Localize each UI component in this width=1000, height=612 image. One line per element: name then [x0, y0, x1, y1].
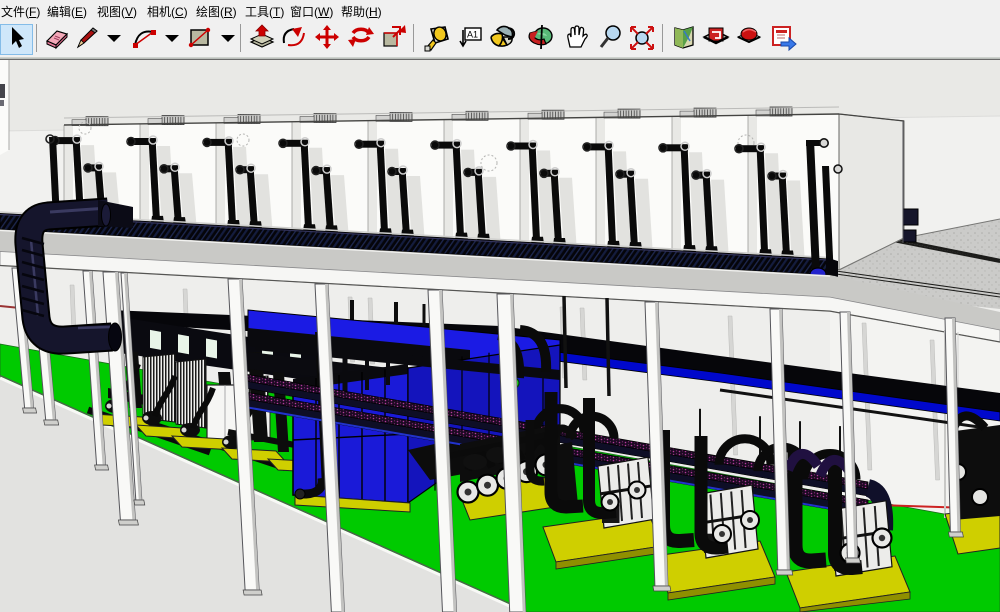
svg-text:A1: A1 — [467, 30, 478, 40]
